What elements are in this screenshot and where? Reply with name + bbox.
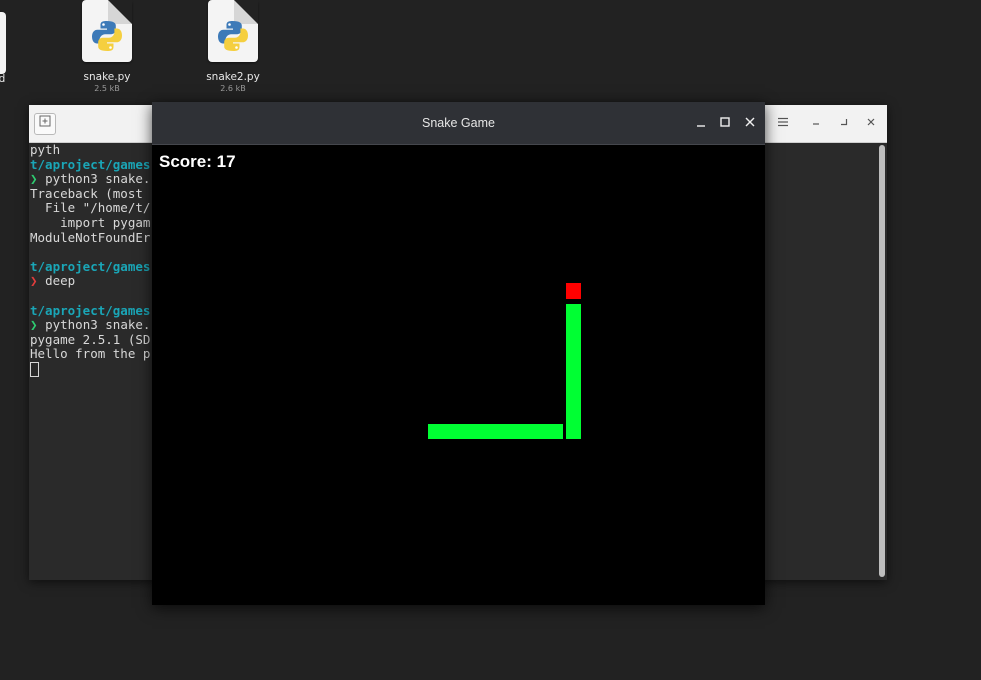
python-file-icon [82, 0, 132, 62]
minimize-icon[interactable] [807, 114, 825, 132]
snake-segment [488, 424, 503, 439]
terminal-text: ModuleNotFoundEr [30, 229, 151, 245]
snake-segment [566, 304, 581, 319]
terminal-scrollbar[interactable] [879, 145, 885, 577]
desktop-icon-label: snake.py [83, 71, 131, 83]
snake-segment [566, 394, 581, 409]
terminal-text: import pygam [30, 214, 151, 230]
close-icon[interactable] [741, 114, 759, 132]
new-tab-icon[interactable] [34, 113, 56, 135]
desktop: nd snake.py 2.5 kB snake2.py 2 [0, 0, 981, 680]
game-titlebar[interactable]: Snake Game [152, 102, 765, 145]
snake-segment [566, 379, 581, 394]
terminal-text: python3 snake. [45, 317, 151, 333]
desktop-icon-snake2-py[interactable]: snake2.py 2.6 kB [178, 0, 288, 93]
text-cursor [30, 361, 39, 377]
python-file-icon [208, 0, 258, 62]
snake-segment [566, 334, 581, 349]
hamburger-menu-icon[interactable] [774, 114, 792, 132]
desktop-icon-partial[interactable]: nd [0, 0, 12, 90]
terminal-text: Hello from the p [30, 346, 151, 362]
desktop-icon-size: 2.5 kB [94, 84, 120, 93]
restore-icon[interactable] [835, 114, 853, 132]
terminal-text: pyth [30, 142, 61, 157]
desktop-icon-snake-py[interactable]: snake.py 2.5 kB [52, 0, 162, 93]
terminal-text: File "/home/t/ [30, 200, 151, 216]
snake-segment [566, 424, 581, 439]
terminal-text: python3 snake. [45, 171, 151, 187]
window-title: Snake Game [422, 116, 495, 130]
terminal-text: t/aproject/games [30, 302, 151, 318]
snake-segment [428, 424, 443, 439]
snake-segment [473, 424, 488, 439]
maximize-icon[interactable] [716, 114, 734, 132]
snake-segment [548, 424, 563, 439]
terminal-text: pygame 2.5.1 (SD [30, 331, 151, 347]
terminal-text: deep [45, 273, 76, 289]
terminal-text: Traceback (most [30, 185, 143, 201]
file-icon [0, 12, 6, 74]
snake-segment [443, 424, 458, 439]
snake-segment [458, 424, 473, 439]
snake-segment [518, 424, 533, 439]
food-block [566, 283, 581, 299]
terminal-text: ❯ [30, 273, 46, 289]
score-label: Score: 17 [159, 152, 236, 171]
desktop-icon-label: nd [0, 73, 6, 85]
terminal-text: t/aproject/games [30, 156, 151, 172]
terminal-text: ❯ [30, 317, 46, 333]
snake-game-window[interactable]: Snake Game Score: 17 [152, 102, 765, 605]
close-icon[interactable] [862, 114, 880, 132]
snake-segment [566, 349, 581, 364]
minimize-icon[interactable] [692, 114, 710, 132]
terminal-text: t/aproject/games [30, 258, 151, 274]
snake-segment [566, 409, 581, 424]
snake-segment [566, 319, 581, 334]
snake-segment [533, 424, 548, 439]
snake-segment [566, 364, 581, 379]
snake-segment [503, 424, 518, 439]
python-logo-icon [218, 21, 248, 51]
game-canvas[interactable]: Score: 17 [152, 145, 765, 605]
python-logo-icon [92, 21, 122, 51]
desktop-icon-size: 2.6 kB [220, 84, 246, 93]
terminal-text: ❯ [30, 171, 46, 187]
desktop-icon-label: snake2.py [206, 71, 260, 83]
scrollbar-thumb[interactable] [879, 145, 885, 577]
